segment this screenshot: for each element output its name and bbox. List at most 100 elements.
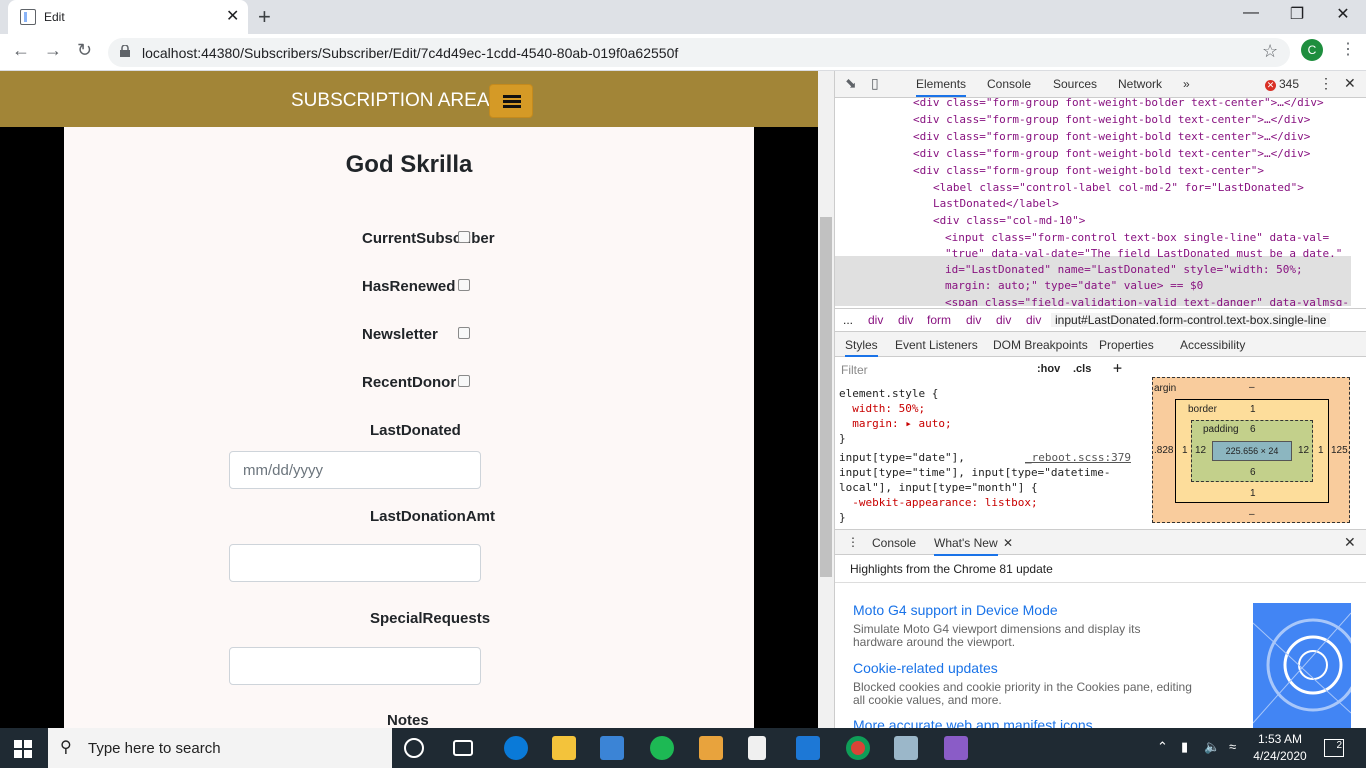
cls-toggle[interactable]: .cls xyxy=(1073,363,1091,375)
store-icon[interactable] xyxy=(600,736,624,760)
tab-sources[interactable]: Sources xyxy=(1053,77,1097,91)
news-link[interactable]: Cookie-related updates xyxy=(853,660,998,676)
dom-node[interactable]: <div class="form-group font-weight-bold … xyxy=(913,130,1310,143)
browser-tab[interactable]: Edit ✕ xyxy=(8,0,248,34)
css-rule-line[interactable]: width: 50%; xyxy=(839,402,925,415)
tab-event-listeners[interactable]: Event Listeners xyxy=(895,338,978,352)
edge-icon[interactable] xyxy=(504,736,528,760)
dom-node[interactable]: <span class="field-validation-valid text… xyxy=(945,296,1349,306)
drawer-tab-whats-new[interactable]: What's New xyxy=(934,536,998,556)
volume-icon[interactable]: 🔈 xyxy=(1204,739,1220,755)
drawer-menu-icon[interactable]: ⋮ xyxy=(847,535,859,549)
breadcrumb-item[interactable]: div xyxy=(1026,313,1041,327)
page-scrollbar[interactable] xyxy=(818,71,834,728)
styles-filter-input[interactable]: Filter xyxy=(839,361,1025,381)
recent-donor-checkbox[interactable] xyxy=(458,375,470,387)
dom-node-selected[interactable]: <input class="form-control text-box sing… xyxy=(945,231,1329,244)
close-drawer-icon[interactable]: ✕ xyxy=(1344,534,1356,551)
close-devtools-icon[interactable]: ✕ xyxy=(1344,75,1356,92)
css-rule-line[interactable]: margin: ▸ auto; xyxy=(839,417,951,430)
last-donation-amt-input[interactable] xyxy=(229,544,481,582)
dom-text[interactable]: LastDonated</label> xyxy=(933,197,1059,210)
css-rule-line[interactable]: element.style { xyxy=(839,387,938,400)
add-rule-icon[interactable]: + xyxy=(1113,359,1122,377)
profile-avatar[interactable]: C xyxy=(1301,39,1323,61)
css-rule-line[interactable]: -webkit-appearance: listbox; xyxy=(839,496,1037,509)
css-rule-line[interactable]: input[type="time"], input[type="datetime… xyxy=(839,466,1111,479)
taskbar-search-box[interactable]: ⚲ Type here to search xyxy=(48,728,392,768)
tab-accessibility[interactable]: Accessibility xyxy=(1180,338,1245,352)
close-window-icon[interactable]: ✕ xyxy=(1320,4,1366,24)
document-icon[interactable] xyxy=(748,736,766,760)
news-link[interactable]: Moto G4 support in Device Mode xyxy=(853,602,1058,618)
new-tab-icon[interactable]: + xyxy=(258,4,271,30)
task-view-icon[interactable] xyxy=(453,740,473,756)
breadcrumb-item[interactable]: div xyxy=(868,313,883,327)
breadcrumb-item[interactable]: div xyxy=(898,313,913,327)
drawer-tab-console[interactable]: Console xyxy=(872,536,916,550)
cortana-icon[interactable] xyxy=(404,738,424,758)
back-icon[interactable]: ← xyxy=(12,40,30,61)
breadcrumb-item[interactable]: div xyxy=(996,313,1011,327)
dom-node[interactable]: <div class="form-group font-weight-bolde… xyxy=(913,98,1324,109)
wifi-icon[interactable]: ≈ xyxy=(1229,739,1236,754)
taskbar-clock[interactable]: 1:53 AM 4/24/2020 xyxy=(1250,731,1310,765)
spotify-icon[interactable] xyxy=(650,736,674,760)
site-title[interactable]: SUBSCRIPTION AREA xyxy=(291,90,490,112)
battery-icon[interactable]: ▮ xyxy=(1181,739,1188,755)
tab-properties[interactable]: Properties xyxy=(1099,338,1154,352)
forward-icon[interactable]: → xyxy=(44,40,62,61)
close-whats-new-icon[interactable]: ✕ xyxy=(1003,536,1013,550)
breadcrumb-item[interactable]: ... xyxy=(843,313,853,327)
bookmark-star-icon[interactable]: ☆ xyxy=(1262,41,1278,62)
box-model-content[interactable]: 225.656 × 24 xyxy=(1212,441,1292,461)
tab-styles[interactable]: Styles xyxy=(845,338,878,357)
more-tabs-icon[interactable]: » xyxy=(1183,77,1190,91)
file-explorer-icon[interactable] xyxy=(552,736,576,760)
app-icon[interactable] xyxy=(699,736,723,760)
special-requests-input[interactable] xyxy=(229,647,481,685)
device-toggle-icon[interactable]: ▯ xyxy=(871,75,879,92)
reload-icon[interactable]: ↻ xyxy=(77,40,92,61)
css-rule-line[interactable]: } xyxy=(839,432,846,445)
css-rule-line[interactable]: local"], input[type="month"] { xyxy=(839,481,1038,494)
dom-node[interactable]: <div class="form-group font-weight-bold … xyxy=(913,147,1310,160)
scrollbar-thumb[interactable] xyxy=(820,217,832,577)
error-count-badge[interactable]: ✕ 345 xyxy=(1265,77,1299,91)
windows-start-icon[interactable] xyxy=(14,740,32,758)
tab-elements[interactable]: Elements xyxy=(916,77,967,97)
restore-icon[interactable]: ❐ xyxy=(1274,4,1320,24)
css-source-link[interactable]: _reboot.scss:379 xyxy=(1025,451,1131,464)
visual-studio-icon[interactable] xyxy=(944,736,968,760)
dom-node[interactable]: <div class="col-md-10"> xyxy=(933,214,1085,227)
mail-icon[interactable] xyxy=(796,736,820,760)
address-bar[interactable]: localhost:44380/Subscribers/Subscriber/E… xyxy=(108,38,1290,67)
browser-menu-icon[interactable]: ⋮ xyxy=(1340,39,1356,59)
minimize-icon[interactable]: — xyxy=(1228,4,1274,22)
show-hidden-icons-icon[interactable]: ⌃ xyxy=(1157,739,1168,755)
inspect-icon[interactable]: ⬊ xyxy=(845,75,857,92)
dom-node[interactable]: <div class="form-group font-weight-bold … xyxy=(913,113,1310,126)
tab-console[interactable]: Console xyxy=(987,77,1031,91)
css-rule-line[interactable]: } xyxy=(839,511,846,524)
app-icon[interactable] xyxy=(894,736,918,760)
newsletter-checkbox[interactable] xyxy=(458,327,470,339)
hov-toggle[interactable]: :hov xyxy=(1037,363,1060,375)
css-rule-line[interactable]: input[type="date"], xyxy=(839,451,965,464)
hamburger-menu-icon[interactable] xyxy=(489,84,533,118)
devtools-menu-icon[interactable]: ⋮ xyxy=(1319,75,1333,92)
notification-center-icon[interactable]: 2 xyxy=(1324,739,1344,757)
chrome-icon[interactable] xyxy=(846,736,870,760)
has-renewed-checkbox[interactable] xyxy=(458,279,470,291)
tab-network[interactable]: Network xyxy=(1118,77,1162,91)
last-donated-date-input[interactable]: mm/dd/yyyy xyxy=(229,451,481,489)
close-tab-icon[interactable]: ✕ xyxy=(226,6,239,26)
dom-node[interactable]: <label class="control-label col-md-2" fo… xyxy=(933,181,1304,194)
dom-node-selected[interactable]: "true" data-val-date="The field LastDona… xyxy=(945,247,1342,260)
breadcrumb-item[interactable]: div xyxy=(966,313,981,327)
current-subscriber-checkbox[interactable] xyxy=(458,231,470,243)
dom-node-selected[interactable]: margin: auto;" type="date" value> == $0 xyxy=(945,279,1203,292)
breadcrumb-item-selected[interactable]: input#LastDonated.form-control.text-box.… xyxy=(1051,313,1331,327)
tab-dom-breakpoints[interactable]: DOM Breakpoints xyxy=(993,338,1088,352)
breadcrumb-item[interactable]: form xyxy=(927,313,951,327)
